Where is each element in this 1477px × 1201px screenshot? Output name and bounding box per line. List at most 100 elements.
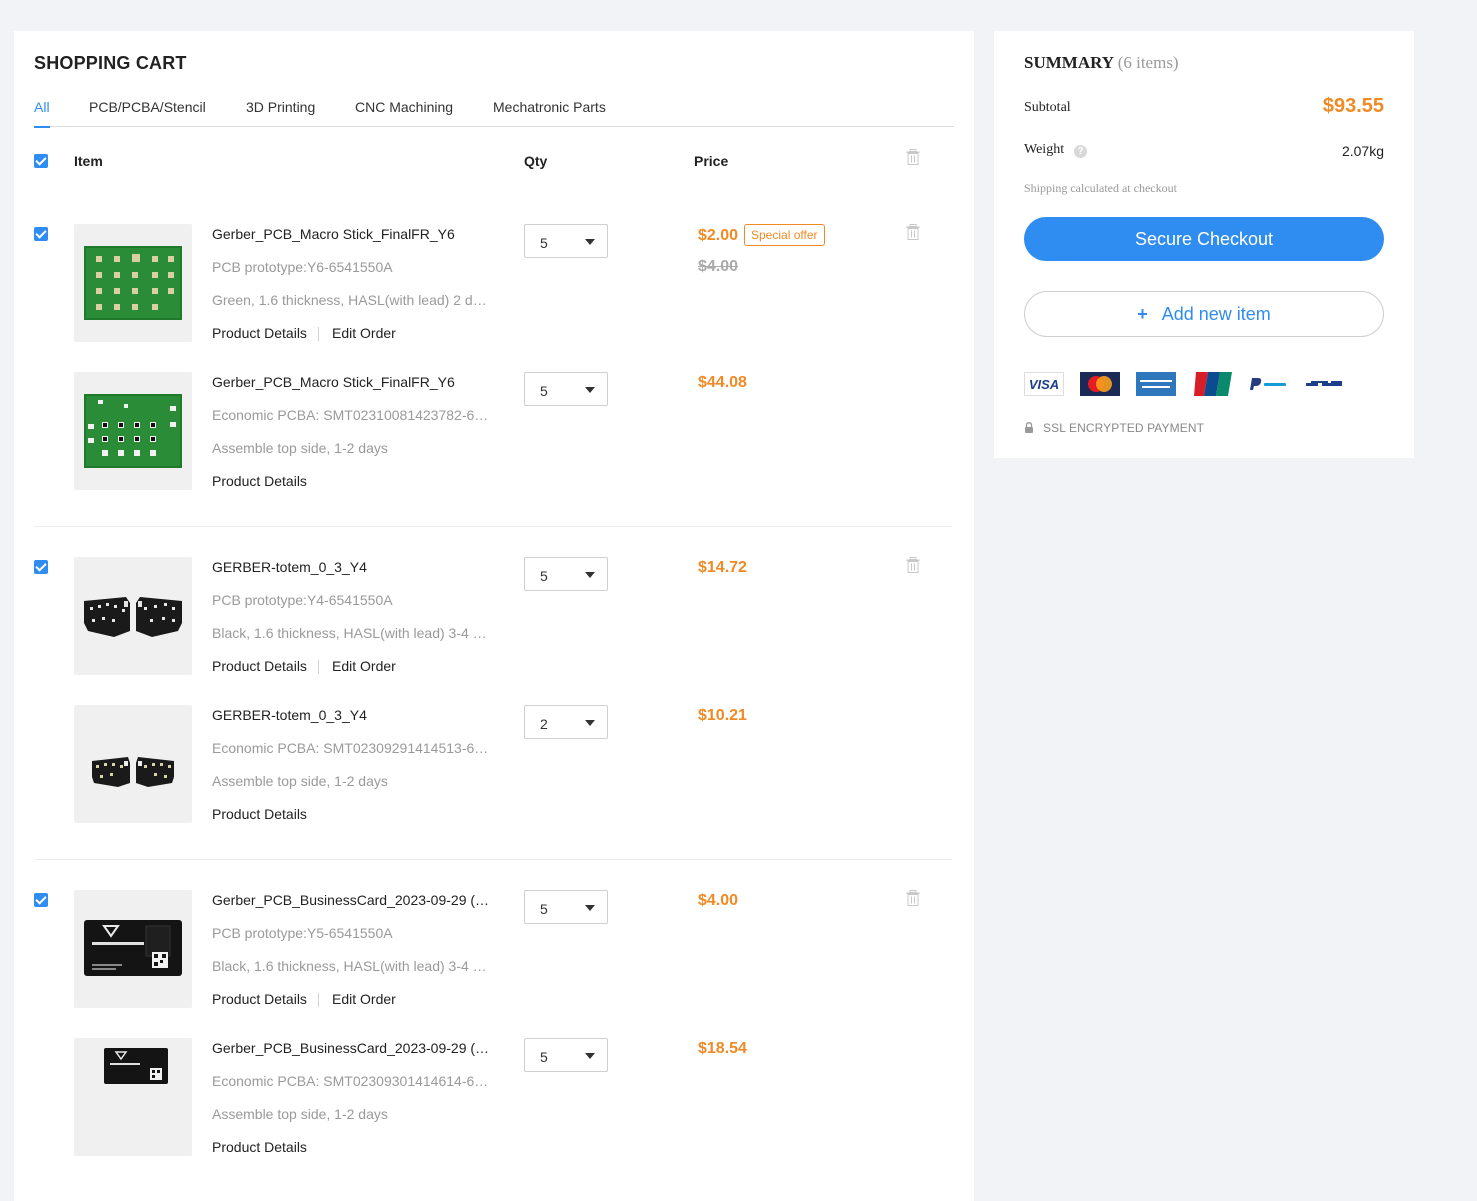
add-new-item-button[interactable]: + Add new item xyxy=(1024,291,1384,337)
column-item: Item xyxy=(74,153,103,169)
item-price: $2.00 xyxy=(698,227,739,244)
tab-mechatronic-parts[interactable]: Mechatronic Parts xyxy=(493,99,606,127)
quantity-select[interactable]: 5 xyxy=(524,372,608,406)
product-thumbnail[interactable] xyxy=(74,890,192,1008)
item-spec: PCB prototype:Y6-6541550A xyxy=(212,259,393,275)
item-price: $14.72 xyxy=(698,559,747,576)
product-thumbnail[interactable] xyxy=(74,1038,192,1156)
product-thumbnail[interactable] xyxy=(74,705,192,823)
summary-title: SUMMARY (6 items) xyxy=(1024,53,1179,73)
trash-icon[interactable] xyxy=(906,557,920,573)
edit-order-link[interactable]: Edit Order xyxy=(332,991,396,1007)
weight-value: 2.07kg xyxy=(1341,143,1384,159)
cart-panel: SHOPPING CART All PCB/PCBA/Stencil 3D Pr… xyxy=(14,31,974,1201)
group-divider xyxy=(34,859,952,860)
item-name[interactable]: Gerber_PCB_BusinessCard_2023-09-29 (1)_Y… xyxy=(212,1040,492,1056)
item-name[interactable]: Gerber_PCB_Macro Stick_FinalFR_Y6 xyxy=(212,226,492,242)
product-thumbnail[interactable] xyxy=(74,557,192,675)
product-details-link[interactable]: Product Details xyxy=(212,806,307,822)
quantity-select[interactable]: 5 xyxy=(524,1038,608,1072)
select-all-checkbox[interactable] xyxy=(34,154,48,168)
quantity-value: 5 xyxy=(540,1049,548,1065)
product-details-link[interactable]: Product Details xyxy=(212,1139,307,1155)
quantity-value: 5 xyxy=(540,235,548,251)
ssl-encrypted-text: SSL ENCRYPTED PAYMENT xyxy=(1043,421,1205,435)
product-details-link[interactable]: Product Details xyxy=(212,658,307,674)
lock-icon xyxy=(1025,422,1033,433)
chevron-down-icon xyxy=(585,905,595,911)
item-name[interactable]: GERBER-totem_0_3_Y4 xyxy=(212,559,492,575)
weight-label: Weight xyxy=(1024,142,1065,157)
tab-cnc-machining[interactable]: CNC Machining xyxy=(355,99,453,127)
product-thumbnail[interactable] xyxy=(74,372,192,490)
trash-icon[interactable] xyxy=(906,224,920,240)
item-detail: Green, 1.6 thickness, HASL(with lead) 2 … xyxy=(212,292,490,308)
product-details-link[interactable]: Product Details xyxy=(212,991,307,1007)
item-detail: Assemble top side, 1-2 days xyxy=(212,440,388,456)
item-price: $4.00 xyxy=(698,892,739,909)
quantity-value: 5 xyxy=(540,383,548,399)
item-spec: PCB prototype:Y4-6541550A xyxy=(212,592,393,608)
item-spec: Economic PCBA: SMT02309301414614-6541550… xyxy=(212,1073,490,1089)
tab-all[interactable]: All xyxy=(34,99,50,128)
cart-title: SHOPPING CART xyxy=(34,53,187,73)
item-price: $18.54 xyxy=(698,1040,747,1057)
help-icon[interactable]: ? xyxy=(1074,145,1087,158)
shipping-note: Shipping calculated at checkout xyxy=(1024,181,1177,195)
subtotal-label: Subtotal xyxy=(1024,100,1071,115)
jpay-icon xyxy=(1306,381,1342,386)
black-keyboard-pcba-image xyxy=(92,757,174,787)
chevron-down-icon xyxy=(585,387,595,393)
tab-pcb-pcba-stencil[interactable]: PCB/PCBA/Stencil xyxy=(89,99,206,127)
item-detail: Assemble top side, 1-2 days xyxy=(212,773,388,789)
subtotal-value: $93.55 xyxy=(1322,95,1384,117)
quantity-select[interactable]: 5 xyxy=(524,557,608,591)
order-summary-panel: SUMMARY (6 items) Subtotal $93.55 Weight… xyxy=(994,31,1414,458)
quantity-value: 2 xyxy=(540,716,548,732)
secure-checkout-button[interactable]: Secure Checkout xyxy=(1024,217,1384,261)
mastercard-icon xyxy=(1080,372,1120,396)
green-pcba-image xyxy=(84,394,182,468)
product-details-link[interactable]: Product Details xyxy=(212,325,307,341)
quantity-select[interactable]: 5 xyxy=(524,224,608,258)
link-separator xyxy=(318,993,319,1007)
chevron-down-icon xyxy=(585,1053,595,1059)
item-price: $44.08 xyxy=(698,374,747,391)
amex-icon xyxy=(1136,372,1176,396)
group-divider xyxy=(34,526,952,527)
item-name[interactable]: Gerber_PCB_BusinessCard_2023-09-29 (1)_Y… xyxy=(212,892,492,908)
column-qty: Qty xyxy=(524,153,548,169)
svg-text:VISA: VISA xyxy=(1029,377,1059,392)
paypal-icon xyxy=(1250,378,1286,390)
product-details-link[interactable]: Product Details xyxy=(212,473,307,489)
plus-icon: + xyxy=(1137,304,1148,324)
quantity-select[interactable]: 5 xyxy=(524,890,608,924)
item-spec: Economic PCBA: SMT02309291414513-6541550… xyxy=(212,740,490,756)
unionpay-icon xyxy=(1194,372,1232,396)
link-separator xyxy=(318,660,319,674)
edit-order-link[interactable]: Edit Order xyxy=(332,658,396,674)
item-detail: Black, 1.6 thickness, HASL(with lead) 3-… xyxy=(212,958,490,974)
item-spec: Economic PCBA: SMT02310081423782-6541550… xyxy=(212,407,490,423)
product-thumbnail[interactable] xyxy=(74,224,192,342)
black-keyboard-pcb-image xyxy=(84,597,182,637)
group-checkbox[interactable] xyxy=(34,560,48,574)
link-separator xyxy=(318,327,319,341)
item-name[interactable]: Gerber_PCB_Macro Stick_FinalFR_Y6 xyxy=(212,374,492,390)
chevron-down-icon xyxy=(585,239,595,245)
business-card-pcba-image xyxy=(104,1048,168,1084)
item-name[interactable]: GERBER-totem_0_3_Y4 xyxy=(212,707,492,723)
column-price: Price xyxy=(694,153,729,169)
item-spec: PCB prototype:Y5-6541550A xyxy=(212,925,393,941)
quantity-value: 5 xyxy=(540,568,548,584)
green-pcb-image xyxy=(84,246,182,320)
trash-icon[interactable] xyxy=(906,890,920,906)
add-new-item-label: Add new item xyxy=(1161,304,1271,324)
tab-3d-printing[interactable]: 3D Printing xyxy=(246,99,315,127)
quantity-select[interactable]: 2 xyxy=(524,705,608,739)
delete-all-trash-icon[interactable] xyxy=(906,149,920,165)
chevron-down-icon xyxy=(585,572,595,578)
group-checkbox[interactable] xyxy=(34,227,48,241)
edit-order-link[interactable]: Edit Order xyxy=(332,325,396,341)
group-checkbox[interactable] xyxy=(34,893,48,907)
